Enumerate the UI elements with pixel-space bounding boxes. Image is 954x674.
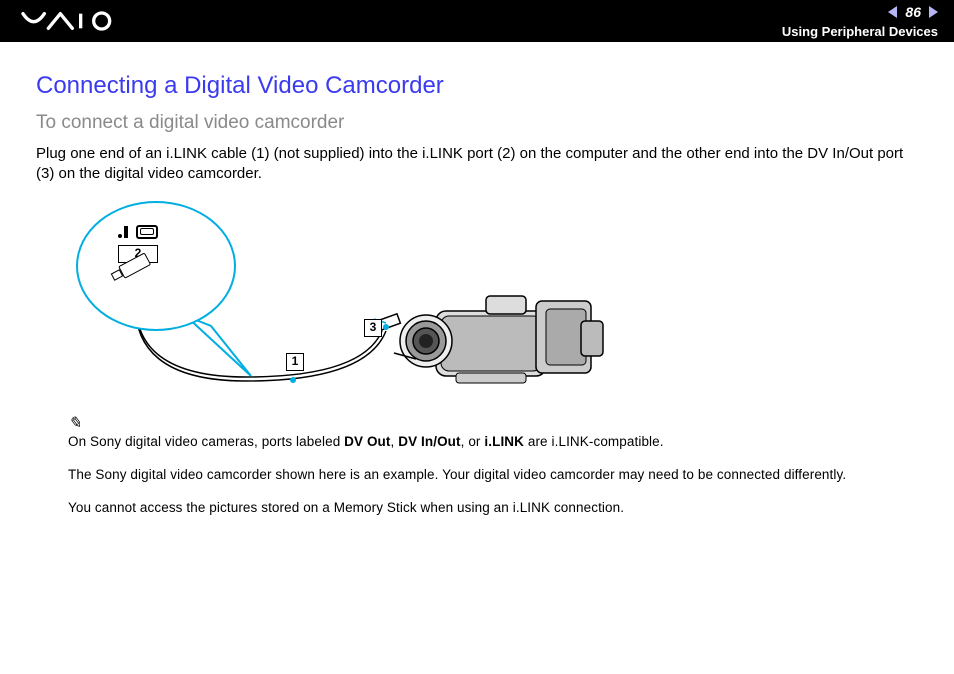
callout-3: 3 — [364, 319, 382, 337]
ilink-port-icon — [136, 225, 158, 239]
vaio-logo — [20, 11, 130, 31]
callout-1: 1 — [286, 353, 304, 371]
port-magnifier-bubble: 2 — [76, 201, 236, 331]
note-1: ✎ On Sony digital video cameras, ports l… — [68, 411, 918, 452]
note-pencil-icon: ✎ — [68, 413, 82, 435]
notes-section: ✎ On Sony digital video cameras, ports l… — [36, 411, 918, 518]
next-page-icon[interactable] — [929, 6, 938, 18]
note-2: The Sony digital video camcorder shown h… — [68, 466, 918, 485]
connection-diagram: 2 1 3 — [66, 201, 686, 401]
intro-paragraph: Plug one end of an i.LINK cable (1) (not… — [36, 144, 918, 185]
page-content: Connecting a Digital Video Camcorder To … — [0, 42, 954, 552]
section-title: Using Peripheral Devices — [782, 24, 938, 39]
page-title: Connecting a Digital Video Camcorder — [36, 72, 918, 100]
page-header: 86 Using Peripheral Devices — [0, 0, 954, 42]
note-3: You cannot access the pictures stored on… — [68, 499, 918, 518]
page-number: 86 — [905, 4, 921, 20]
prev-page-icon[interactable] — [888, 6, 897, 18]
page-navigation: 86 — [888, 4, 938, 20]
ilink-symbol-icon — [118, 226, 128, 238]
page-subtitle: To connect a digital video camcorder — [36, 112, 918, 134]
camcorder-illustration — [386, 281, 616, 391]
